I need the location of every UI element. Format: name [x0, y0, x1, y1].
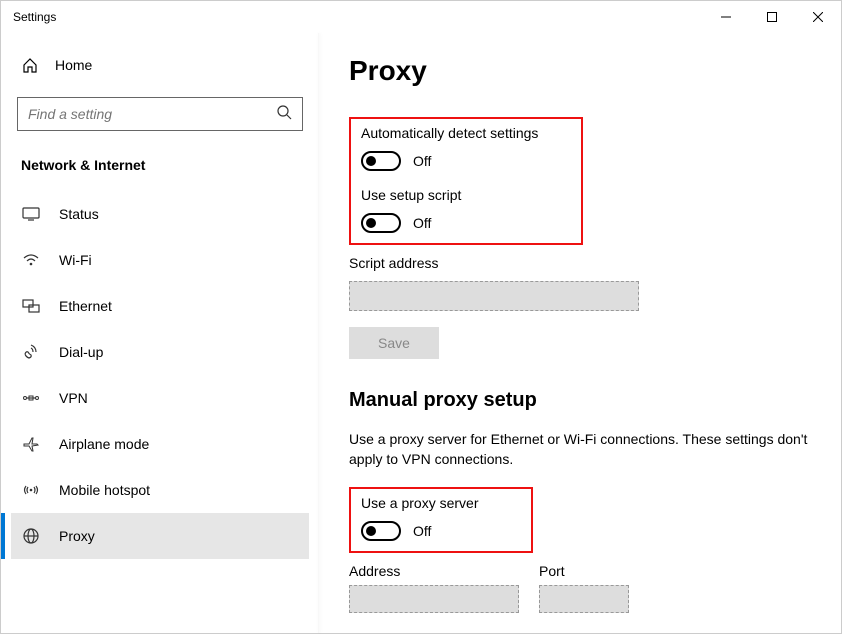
vpn-icon	[21, 389, 41, 407]
window-controls	[703, 1, 841, 33]
dialup-icon	[21, 343, 41, 361]
port-input	[539, 585, 629, 613]
port-label: Port	[539, 563, 629, 579]
save-button: Save	[349, 327, 439, 359]
wifi-icon	[21, 251, 41, 269]
sidebar-item-vpn[interactable]: VPN	[11, 375, 309, 421]
search-input[interactable]	[28, 106, 276, 122]
home-label: Home	[55, 57, 92, 73]
sidebar-item-label: Proxy	[59, 528, 95, 544]
sidebar-item-ethernet[interactable]: Ethernet	[11, 283, 309, 329]
auto-detect-toggle[interactable]	[361, 151, 401, 171]
address-label: Address	[349, 563, 519, 579]
close-button[interactable]	[795, 1, 841, 33]
auto-detect-state: Off	[413, 153, 431, 169]
titlebar: Settings	[1, 1, 841, 33]
manual-section-desc: Use a proxy server for Ethernet or Wi-Fi…	[349, 430, 809, 469]
address-input	[349, 585, 519, 613]
page-title: Proxy	[349, 55, 811, 87]
highlight-box-manual: Use a proxy server Off	[349, 487, 533, 553]
sidebar-item-label: Mobile hotspot	[59, 482, 150, 498]
sidebar-item-wifi[interactable]: Wi-Fi	[11, 237, 309, 283]
sidebar-item-label: Dial-up	[59, 344, 103, 360]
hotspot-icon	[21, 481, 41, 499]
sidebar-item-label: VPN	[59, 390, 88, 406]
use-proxy-toggle[interactable]	[361, 521, 401, 541]
search-icon	[276, 104, 292, 125]
use-proxy-label: Use a proxy server	[361, 495, 521, 511]
status-icon	[21, 205, 41, 223]
setup-script-label: Use setup script	[361, 187, 571, 203]
content-pane: Proxy Automatically detect settings Off …	[319, 33, 841, 633]
sidebar: Home Network & Internet Status Wi-Fi Eth…	[1, 33, 319, 633]
sidebar-item-dialup[interactable]: Dial-up	[11, 329, 309, 375]
sidebar-item-label: Airplane mode	[59, 436, 149, 452]
search-box[interactable]	[17, 97, 303, 131]
manual-section-title: Manual proxy setup	[349, 389, 811, 412]
ethernet-icon	[21, 297, 41, 315]
sidebar-item-proxy[interactable]: Proxy	[11, 513, 309, 559]
highlight-box-auto: Automatically detect settings Off Use se…	[349, 117, 583, 245]
home-icon	[21, 57, 39, 73]
auto-detect-label: Automatically detect settings	[361, 125, 571, 141]
script-address-input	[349, 281, 639, 311]
window-title: Settings	[13, 10, 56, 24]
sidebar-item-label: Wi-Fi	[59, 252, 92, 268]
sidebar-item-label: Ethernet	[59, 298, 112, 314]
airplane-icon	[21, 435, 41, 453]
sidebar-item-label: Status	[59, 206, 99, 222]
minimize-button[interactable]	[703, 1, 749, 33]
use-proxy-state: Off	[413, 523, 431, 539]
sidebar-item-airplane[interactable]: Airplane mode	[11, 421, 309, 467]
home-link[interactable]: Home	[11, 45, 309, 85]
setup-script-toggle[interactable]	[361, 213, 401, 233]
script-address-label: Script address	[349, 255, 811, 271]
setup-script-state: Off	[413, 215, 431, 231]
sidebar-item-status[interactable]: Status	[11, 191, 309, 237]
sidebar-item-hotspot[interactable]: Mobile hotspot	[11, 467, 309, 513]
maximize-button[interactable]	[749, 1, 795, 33]
category-heading: Network & Internet	[11, 147, 309, 191]
proxy-icon	[21, 527, 41, 545]
